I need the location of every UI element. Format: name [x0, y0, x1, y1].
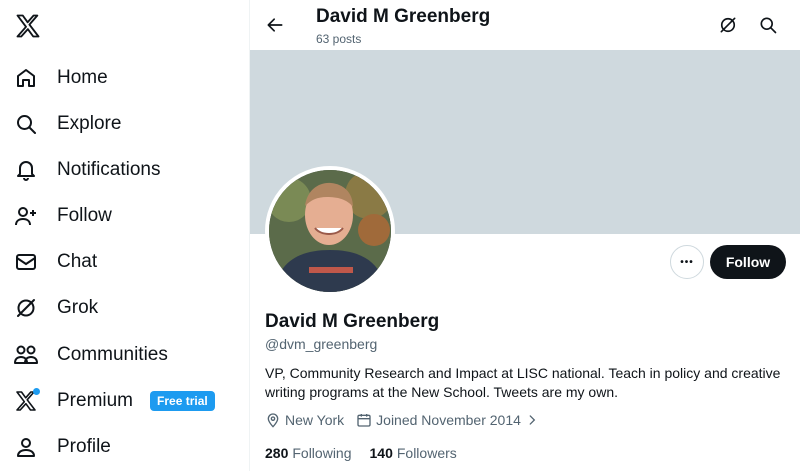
x-logo-icon: [12, 387, 40, 415]
profile-main: David M Greenberg 63 posts ••• Follow Da…: [250, 0, 800, 471]
sidebar-item-label: Follow: [57, 205, 112, 226]
sidebar-item-label: Communities: [57, 344, 168, 365]
person-plus-icon: [12, 202, 40, 230]
sidebar-item-premium[interactable]: Premium Free trial: [12, 381, 215, 421]
sidebar-item-label: Profile: [57, 436, 111, 457]
sidebar-item-label: Premium: [57, 390, 134, 411]
following-count: 280: [265, 445, 289, 461]
search-icon[interactable]: [756, 13, 780, 37]
joined-date[interactable]: Joined November 2014: [356, 412, 543, 428]
profile-name: David M Greenberg: [265, 311, 440, 332]
location-pin-icon: [267, 413, 279, 428]
notification-dot: [33, 388, 40, 395]
sidebar-item-label: Explore: [57, 113, 122, 134]
sidebar-item-label: Chat: [57, 251, 98, 272]
location-text: New York: [285, 412, 345, 428]
follow-button[interactable]: Follow: [710, 245, 786, 279]
back-arrow-icon[interactable]: [262, 12, 288, 38]
more-icon: •••: [680, 256, 694, 268]
profile-header: David M Greenberg 63 posts: [250, 0, 800, 50]
more-options-button[interactable]: •••: [670, 245, 704, 279]
sidebar-item-chat[interactable]: Chat: [12, 242, 97, 282]
following-link[interactable]: 280 Following: [265, 445, 352, 461]
sidebar-item-profile[interactable]: Profile: [12, 427, 111, 467]
page-title: David M Greenberg: [316, 6, 491, 27]
sidebar-item-label: Grok: [57, 297, 99, 318]
profile-bio: VP, Community Research and Impact at LIS…: [265, 365, 781, 400]
sidebar-item-home[interactable]: Home: [12, 58, 108, 98]
person-icon: [12, 433, 40, 461]
grok-icon: [12, 294, 40, 322]
mail-icon: [12, 248, 40, 276]
sidebar: Home Explore Notifications Follow Chat G…: [0, 0, 250, 471]
x-logo-icon[interactable]: [14, 12, 42, 40]
joined-text: Joined November 2014: [376, 412, 521, 428]
following-label: Following: [292, 445, 352, 461]
followers-link[interactable]: 140 Followers: [370, 445, 457, 461]
sidebar-item-label: Notifications: [57, 159, 161, 180]
sidebar-item-communities[interactable]: Communities: [12, 335, 168, 375]
followers-label: Followers: [396, 445, 457, 461]
sidebar-item-follow[interactable]: Follow: [12, 196, 112, 236]
grok-icon[interactable]: [716, 13, 740, 37]
calendar-icon: [357, 414, 371, 427]
chevron-right-icon: [529, 415, 536, 425]
follow-stats: 280 Following 140 Followers: [265, 445, 475, 461]
avatar[interactable]: [265, 166, 395, 296]
sidebar-item-explore[interactable]: Explore: [12, 104, 121, 144]
location: New York: [265, 412, 344, 428]
free-trial-badge[interactable]: Free trial: [150, 391, 215, 411]
bell-icon: [12, 156, 40, 184]
home-icon: [12, 64, 40, 92]
people-icon: [12, 341, 40, 369]
profile-handle: @dvm_greenberg: [265, 336, 378, 352]
profile-meta: New York Joined November 2014: [265, 412, 555, 428]
sidebar-item-label: Home: [57, 67, 108, 88]
sidebar-item-grok[interactable]: Grok: [12, 288, 98, 328]
search-icon: [12, 110, 40, 138]
post-count: 63 posts: [316, 32, 362, 46]
sidebar-item-notifications[interactable]: Notifications: [12, 150, 161, 190]
followers-count: 140: [369, 445, 393, 461]
